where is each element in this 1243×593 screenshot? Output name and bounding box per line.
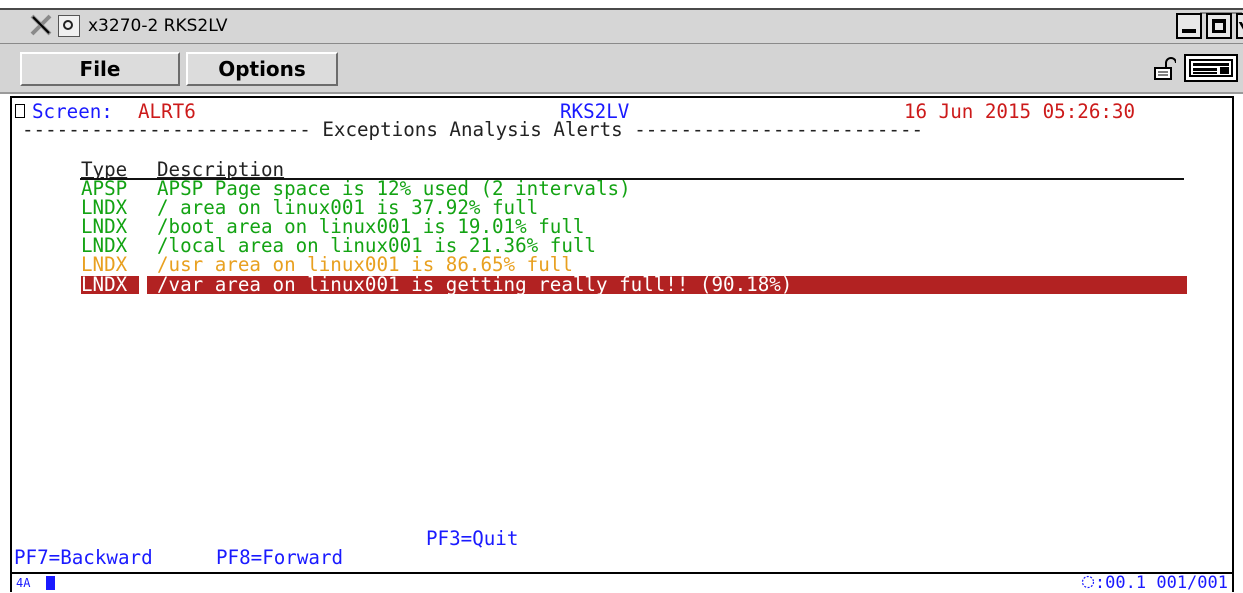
alert-type[interactable]: LNDX [81, 275, 127, 294]
alert-description[interactable]: /usr area on linux001 is 86.65% full [157, 255, 573, 274]
cursor-block [46, 576, 55, 590]
x-icon[interactable] [30, 13, 52, 37]
pf8-forward[interactable]: PF8=Forward [216, 548, 343, 567]
status-bar: 4A :00.1 001/001 [10, 572, 1234, 592]
lock-icon[interactable] [1154, 57, 1176, 81]
oia-readout: :00.1 001/001 [1081, 574, 1228, 592]
datetime: 16 Jun 2015 05:26:30 [904, 100, 1136, 123]
circle-menu-icon[interactable] [58, 15, 80, 37]
keyboard-icon[interactable] [1184, 54, 1238, 82]
title-bar: x3270-2 RKS2LV [0, 8, 1243, 44]
alert-description[interactable]: /var area on linux001 is getting really … [157, 275, 792, 294]
cursor-position: 001/001 [1156, 573, 1228, 593]
oia-connection-indicator: 4A [16, 576, 31, 590]
timer-value: :00.1 [1094, 573, 1147, 593]
window-title: x3270-2 RKS2LV [88, 16, 228, 36]
critical-gap [139, 276, 147, 294]
minimize-button[interactable] [1176, 13, 1202, 39]
close-button[interactable] [1236, 13, 1243, 39]
terminal-screen[interactable]: Screen: ALRT6 RKS2LV 16 Jun 2015 05:26:3… [10, 96, 1234, 572]
alert-type[interactable]: LNDX [81, 255, 127, 274]
banner: ------------------------- Exceptions Ana… [22, 118, 924, 141]
file-menu-button[interactable]: File [20, 52, 180, 86]
timer-icon [1081, 575, 1095, 589]
menu-bar: File Options [0, 44, 1243, 94]
options-menu-button[interactable]: Options [186, 52, 338, 86]
pf7-backward[interactable]: PF7=Backward [14, 548, 153, 567]
pf3-quit[interactable]: PF3=Quit [426, 529, 518, 548]
maximize-button[interactable] [1206, 13, 1232, 39]
field-marker [15, 104, 25, 118]
